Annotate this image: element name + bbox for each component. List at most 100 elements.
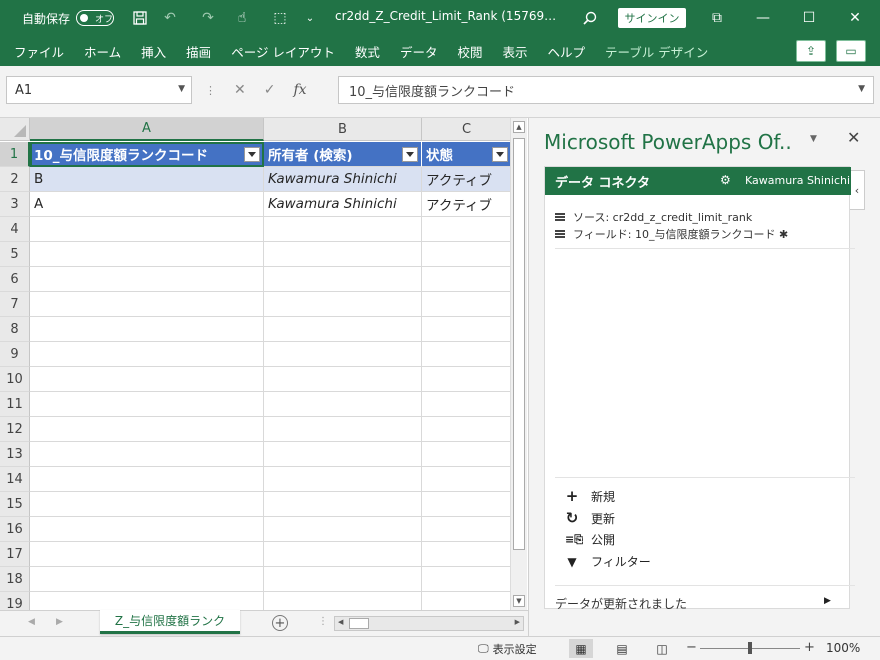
empty-cell[interactable]	[422, 417, 512, 442]
empty-cell[interactable]	[422, 517, 512, 542]
table-cell[interactable]: B	[30, 167, 264, 192]
signin-button[interactable]: サインイン	[618, 8, 686, 28]
row-header[interactable]: 12	[0, 417, 30, 442]
zoom-in-icon[interactable]: +	[804, 640, 815, 655]
empty-cell[interactable]	[422, 267, 512, 292]
tab-page-layout[interactable]: ページ レイアウト	[231, 42, 335, 61]
scroll-left-icon[interactable]: ◀	[338, 618, 343, 626]
page-layout-view-icon[interactable]: ▤	[610, 639, 634, 658]
undo-icon[interactable]: ↶	[160, 8, 180, 28]
scroll-down-icon[interactable]: ▼	[513, 595, 525, 607]
gear-icon[interactable]: ⚙	[720, 173, 731, 187]
empty-cell[interactable]	[30, 567, 264, 592]
empty-cell[interactable]	[264, 417, 422, 442]
tab-review[interactable]: 校閲	[457, 42, 482, 61]
row-header[interactable]: 15	[0, 492, 30, 517]
empty-cell[interactable]	[422, 567, 512, 592]
row-header[interactable]: 16	[0, 517, 30, 542]
row-header[interactable]: 1	[0, 142, 30, 167]
scroll-up-icon[interactable]: ▲	[513, 121, 525, 133]
empty-cell[interactable]	[264, 342, 422, 367]
autosave-toggle[interactable]: オフ	[76, 10, 115, 26]
chevron-down-icon[interactable]: ▼	[178, 84, 185, 94]
horizontal-scrollbar[interactable]: ◀ ▶	[334, 616, 524, 631]
tab-view[interactable]: 表示	[502, 42, 527, 61]
empty-cell[interactable]	[264, 317, 422, 342]
empty-cell[interactable]	[264, 292, 422, 317]
scroll-right-icon[interactable]: ▶	[515, 618, 520, 626]
filter-dropdown-icon[interactable]	[402, 147, 418, 162]
pane-options-icon[interactable]: ▼	[810, 134, 817, 144]
row-header[interactable]: 13	[0, 442, 30, 467]
scroll-thumb[interactable]	[513, 138, 525, 550]
row-header[interactable]: 14	[0, 467, 30, 492]
display-settings-button[interactable]: 🖵 表示設定	[478, 641, 537, 657]
close-button[interactable]: ✕	[832, 0, 878, 36]
empty-cell[interactable]	[422, 367, 512, 392]
table-cell[interactable]: Kawamura Shinichi	[264, 192, 422, 217]
share-icon[interactable]: ⇪	[796, 40, 826, 62]
empty-cell[interactable]	[264, 217, 422, 242]
row-header[interactable]: 18	[0, 567, 30, 592]
comments-icon[interactable]: ▭	[836, 40, 866, 62]
scroll-thumb[interactable]	[349, 618, 369, 629]
table-header-rank-code[interactable]: 10_与信限度額ランクコード	[30, 142, 264, 167]
empty-cell[interactable]	[422, 317, 512, 342]
empty-cell[interactable]	[264, 542, 422, 567]
minimize-button[interactable]: —	[740, 0, 786, 36]
page-break-view-icon[interactable]: ◫	[650, 639, 674, 658]
empty-cell[interactable]	[30, 592, 264, 610]
empty-cell[interactable]	[30, 267, 264, 292]
row-header[interactable]: 8	[0, 317, 30, 342]
zoom-out-icon[interactable]: −	[686, 640, 697, 655]
qat-customize-icon[interactable]: ⌄	[300, 8, 320, 28]
row-header[interactable]: 11	[0, 392, 30, 417]
collapse-pane-icon[interactable]: ‹	[849, 170, 865, 210]
new-button[interactable]: + 新規	[565, 487, 615, 505]
empty-cell[interactable]	[422, 342, 512, 367]
column-header-c[interactable]: C	[422, 118, 512, 141]
tab-draw[interactable]: 描画	[186, 42, 211, 61]
expand-status-icon[interactable]: ▶	[824, 596, 831, 606]
row-header[interactable]: 4	[0, 217, 30, 242]
worksheet-grid[interactable]: A B C 1 2 3 4 5 6 7 8 9 10 11 12 13 14 15 16 17 18 19 10_与…	[0, 118, 528, 610]
column-header-a[interactable]: A	[30, 118, 264, 141]
empty-cell[interactable]	[30, 467, 264, 492]
formula-input[interactable]: 10_与信限度額ランクコード ▼	[338, 76, 874, 104]
empty-cell[interactable]	[264, 267, 422, 292]
empty-cell[interactable]	[422, 542, 512, 567]
empty-cell[interactable]	[30, 392, 264, 417]
empty-cell[interactable]	[30, 292, 264, 317]
empty-cell[interactable]	[30, 217, 264, 242]
table-header-owner[interactable]: 所有者 (検索)	[264, 142, 422, 167]
tab-formulas[interactable]: 数式	[355, 42, 380, 61]
row-header[interactable]: 5	[0, 242, 30, 267]
close-icon[interactable]: ✕	[847, 128, 860, 147]
maximize-button[interactable]: ☐	[786, 0, 832, 36]
row-header[interactable]: 3	[0, 192, 30, 217]
search-icon[interactable]	[580, 8, 600, 28]
empty-cell[interactable]	[422, 467, 512, 492]
empty-cell[interactable]	[264, 392, 422, 417]
table-cell[interactable]: A	[30, 192, 264, 217]
tab-home[interactable]: ホーム	[84, 42, 121, 61]
filter-dropdown-icon[interactable]	[492, 147, 508, 162]
select-all-button[interactable]	[0, 118, 30, 141]
filter-dropdown-icon[interactable]	[244, 147, 260, 162]
empty-cell[interactable]	[264, 467, 422, 492]
normal-view-icon[interactable]: ▦	[569, 639, 593, 658]
empty-cell[interactable]	[264, 442, 422, 467]
empty-cell[interactable]	[422, 592, 512, 610]
empty-cell[interactable]	[264, 242, 422, 267]
empty-cell[interactable]	[30, 492, 264, 517]
refresh-button[interactable]: ↻ 更新	[565, 509, 615, 527]
tab-file[interactable]: ファイル	[14, 42, 64, 61]
table-cell[interactable]: アクティブ	[422, 192, 512, 217]
empty-cell[interactable]	[30, 442, 264, 467]
empty-cell[interactable]	[422, 242, 512, 267]
touch-mode-icon[interactable]: ☝	[232, 8, 252, 28]
publish-button[interactable]: ≡⎘ 公開	[565, 531, 615, 548]
add-sheet-icon[interactable]: +	[272, 615, 288, 631]
sheet-tab-active[interactable]: Z_与信限度額ランク	[100, 610, 240, 634]
save-icon[interactable]	[130, 8, 150, 28]
